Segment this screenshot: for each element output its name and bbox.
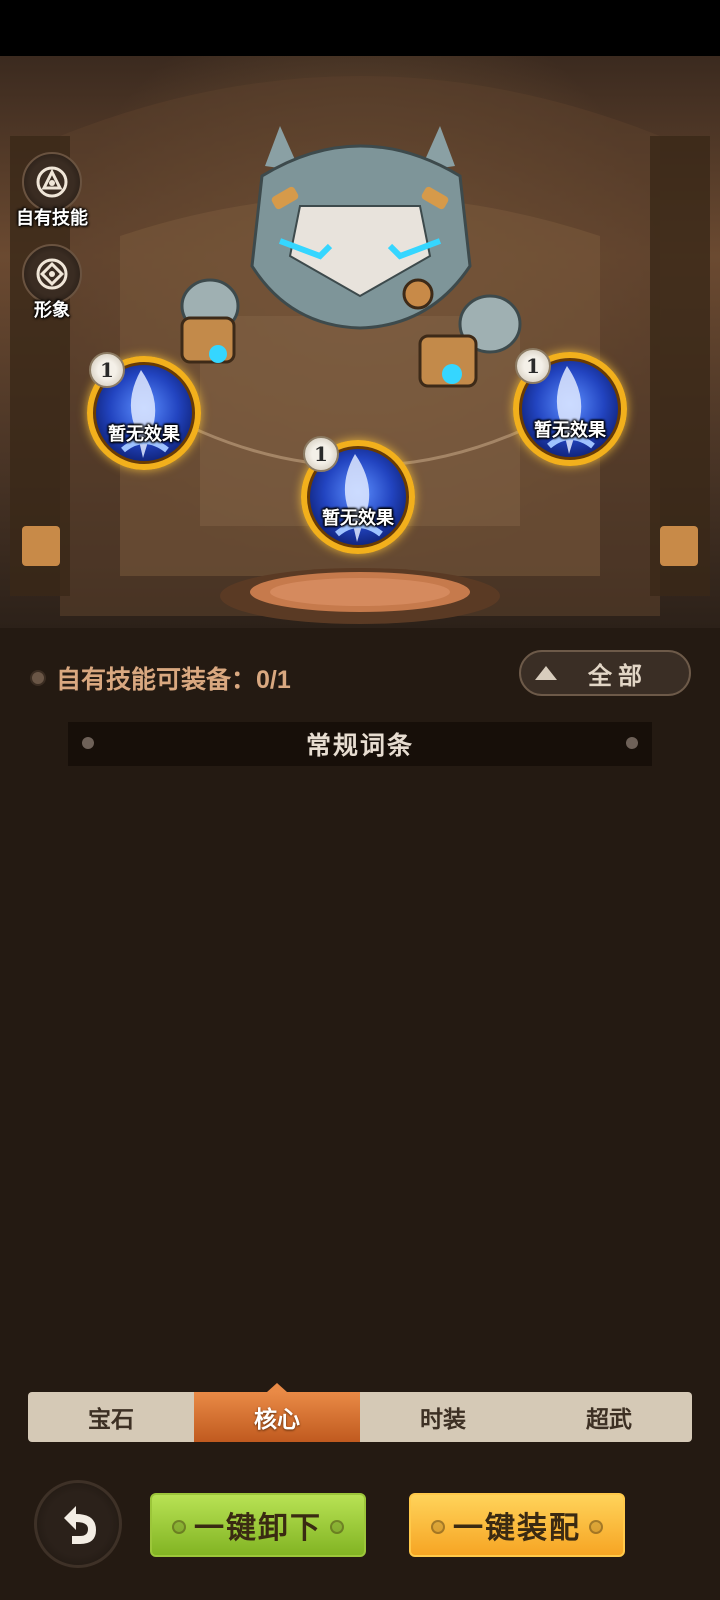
button-bolt-left	[431, 1520, 445, 1534]
header-bolt-left	[82, 737, 94, 749]
category-tabs: 宝石 核心 时装 超武	[28, 1383, 692, 1442]
appearance-label: 形象	[34, 300, 70, 320]
mech-left-hand	[180, 278, 240, 364]
triangle-up-icon	[535, 666, 557, 680]
back-arrow-icon	[64, 1506, 96, 1544]
slot-level-badge: 1	[89, 352, 125, 388]
equip-all-label: 一键装配	[453, 1512, 581, 1545]
appearance-button[interactable]: 形象	[12, 244, 92, 322]
appearance-icon	[22, 244, 82, 304]
tab-core[interactable]: 核心	[194, 1383, 360, 1442]
slot-level-badge: 1	[303, 436, 339, 472]
slot-effect-text: 暂无效果	[534, 420, 606, 440]
slot-level-badge: 1	[515, 348, 551, 384]
slot-effect-text: 暂无效果	[108, 424, 180, 444]
tab-gem[interactable]: 宝石	[28, 1392, 194, 1442]
button-bolt-right	[330, 1520, 344, 1534]
equip-count-text: 自有技能可装备：0/1	[56, 666, 291, 694]
core-slot-left[interactable]: 1 暂无效果	[87, 352, 201, 470]
bullet-dot	[30, 670, 46, 686]
unequip-all-label: 一键卸下	[194, 1512, 322, 1545]
tab-super-weapon[interactable]: 超武	[526, 1392, 692, 1442]
core-slot-center[interactable]: 1 暂无效果	[301, 436, 415, 554]
own-skills-button[interactable]: 自有技能	[12, 152, 92, 230]
status-bar	[0, 0, 720, 56]
slot-effect-text: 暂无效果	[322, 508, 394, 528]
filter-label: 全部	[588, 662, 648, 690]
equip-all-button[interactable]: 一键装配	[409, 1493, 625, 1557]
back-button[interactable]	[34, 1480, 122, 1568]
unequip-all-button[interactable]: 一键卸下	[150, 1493, 366, 1557]
core-slot-right[interactable]: 1 暂无效果	[513, 348, 627, 466]
filter-all-button[interactable]: 全部	[519, 650, 691, 696]
section-title: 常规词条	[305, 732, 414, 760]
own-skills-label: 自有技能	[16, 208, 88, 228]
mech-head	[250, 126, 472, 330]
section-header-regular-affixes: 常规词条	[68, 722, 652, 766]
header-bolt-right	[626, 737, 638, 749]
skill-icon	[22, 152, 82, 212]
tab-fashion[interactable]: 时装	[360, 1392, 526, 1442]
hero-scene: 自有技能 形象 1 暂无效果 1 暂无效果 1 暂无效果	[0, 56, 720, 628]
button-bolt-left	[172, 1520, 186, 1534]
button-bolt-right	[589, 1520, 603, 1534]
